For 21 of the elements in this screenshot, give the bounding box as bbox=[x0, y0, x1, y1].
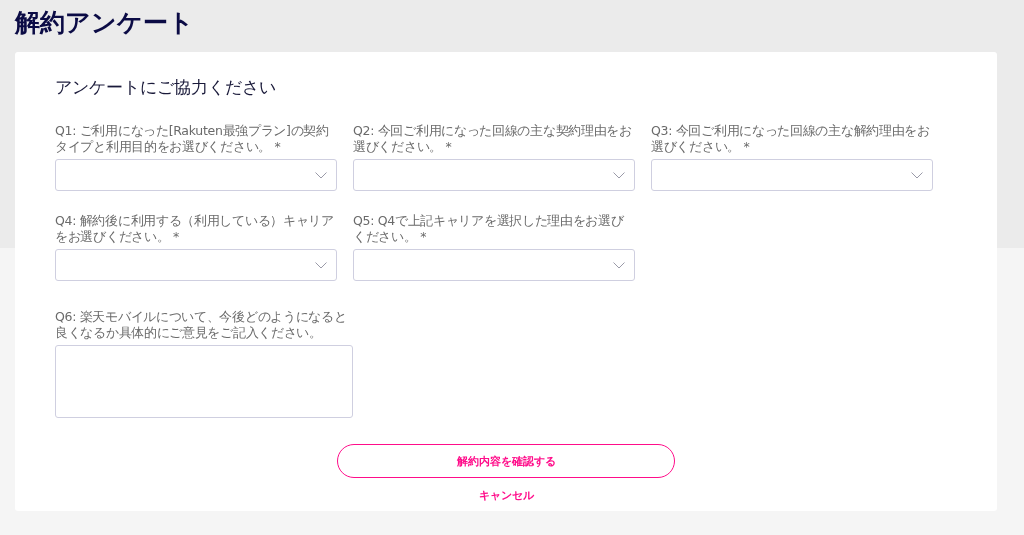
confirm-button[interactable]: 解約内容を確認する bbox=[337, 444, 675, 478]
dropdown-field[interactable] bbox=[55, 249, 337, 281]
question-label: Q6: 楽天モバイルについて、今後どのようになると良くなるか具体的にご意見をご記入ください。 bbox=[55, 309, 348, 341]
page-title: 解約アンケート bbox=[15, 7, 195, 39]
chevron-down-icon bbox=[911, 171, 923, 179]
dropdown-field[interactable] bbox=[55, 159, 337, 191]
survey-heading: アンケートにご協力ください bbox=[55, 76, 277, 99]
chevron-down-icon bbox=[613, 171, 625, 179]
chevron-down-icon bbox=[315, 261, 327, 269]
question-label: Q2: 今回ご利用になった回線の主な契約理由をお選びください。 * bbox=[353, 123, 633, 155]
question-label: Q1: ご利用になった[Rakuten最強プラン]の契約タイプと利用目的をお選びください。 * bbox=[55, 123, 330, 155]
comment-field[interactable] bbox=[55, 345, 353, 418]
dropdown-field[interactable] bbox=[353, 159, 635, 191]
dropdown-field[interactable] bbox=[651, 159, 933, 191]
dropdown-field[interactable] bbox=[353, 249, 635, 281]
chevron-down-icon bbox=[613, 261, 625, 269]
question-label: Q3: 今回ご利用になった回線の主な解約理由をお選びください。 * bbox=[651, 123, 931, 155]
question-label: Q4: 解約後に利用する（利用している）キャリアをお選びください。 * bbox=[55, 213, 335, 245]
question-label: Q5: Q4で上記キャリアを選択した理由をお選びください。 * bbox=[353, 213, 625, 245]
cancel-link[interactable]: キャンセル bbox=[478, 488, 534, 503]
chevron-down-icon bbox=[315, 171, 327, 179]
